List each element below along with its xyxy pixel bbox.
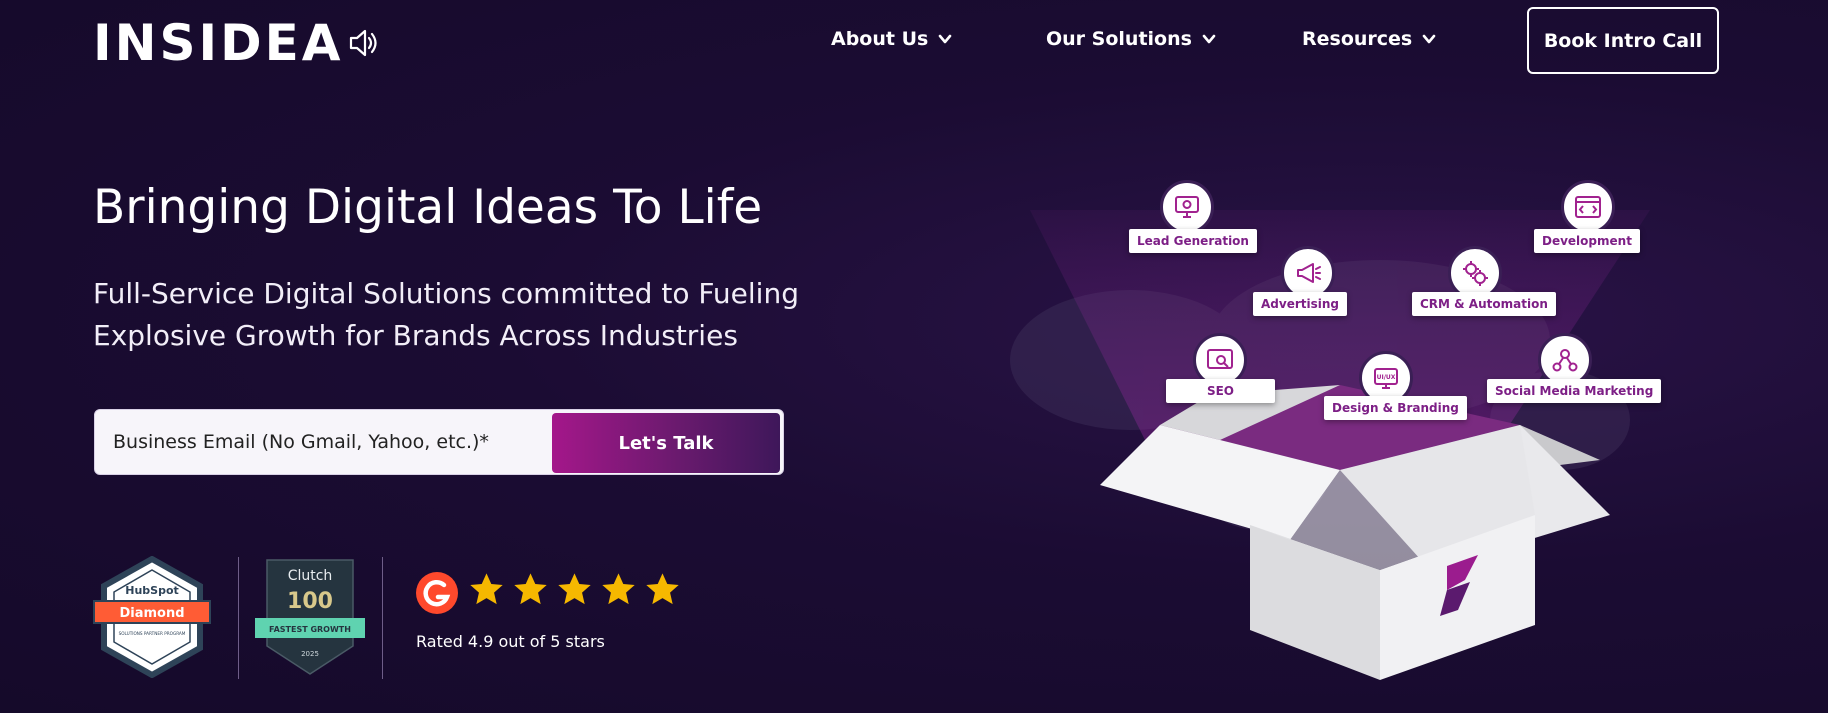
clutch-fastest-growth-badge: Clutch 100 FASTEST GROWTH 2025 (255, 559, 365, 675)
speaker-icon[interactable] (348, 28, 380, 58)
logo-text: INSIDEA (93, 14, 344, 72)
email-signup-form: Let's Talk (94, 409, 784, 475)
star-icon (646, 573, 679, 605)
hero-subtitle: Full-Service Digital Solutions committed… (93, 273, 873, 357)
lets-talk-button[interactable]: Let's Talk (552, 413, 780, 473)
g2-rating-text: Rated 4.9 out of 5 stars (416, 632, 605, 651)
g2-logo-icon: G2 (416, 572, 458, 614)
hero-subtitle-line-2: Explosive Growth for Brands Across Indus… (93, 319, 738, 352)
nav-about-us[interactable]: About Us (831, 28, 952, 50)
hubspot-program-text: SOLUTIONS PARTNER PROGRAM (119, 631, 186, 636)
hubspot-brand-text: HubSpot (125, 584, 179, 597)
badge-divider (382, 557, 383, 679)
hero-title: Bringing Digital Ideas To Life (93, 180, 763, 235)
clutch-brand-text: Clutch (288, 568, 333, 584)
development-icon (1561, 180, 1615, 234)
star-icon (514, 573, 547, 605)
service-label-development: Development (1534, 229, 1640, 253)
clutch-rank-text: 100 (287, 589, 333, 614)
nav-resources-label: Resources (1302, 28, 1413, 50)
book-intro-call-button[interactable]: Book Intro Call (1527, 7, 1719, 74)
badge-divider (238, 557, 239, 679)
chevron-down-icon (1422, 34, 1436, 44)
service-label-advertising: Advertising (1253, 292, 1347, 316)
clutch-ribbon-text: FASTEST GROWTH (269, 625, 351, 634)
g2-star-rating (468, 571, 681, 608)
lead-generation-icon (1160, 180, 1214, 234)
hubspot-tier-text: Diamond (119, 606, 184, 621)
nav-our-solutions-label: Our Solutions (1046, 28, 1192, 50)
nav-about-us-label: About Us (831, 28, 929, 50)
star-icon (470, 573, 503, 605)
insidea-logo[interactable]: INSIDEA (93, 18, 343, 68)
nav-resources[interactable]: Resources (1302, 28, 1436, 50)
nav-our-solutions[interactable]: Our Solutions (1046, 28, 1216, 50)
service-label-seo: SEO (1166, 379, 1275, 403)
star-icon (602, 573, 635, 605)
hero-subtitle-line-1: Full-Service Digital Solutions committed… (93, 277, 799, 310)
service-label-design-branding: Design & Branding (1324, 396, 1467, 420)
business-email-input[interactable] (113, 410, 533, 474)
svg-text:UI/UX: UI/UX (1377, 374, 1396, 381)
service-label-crm-automation: CRM & Automation (1412, 292, 1556, 316)
hubspot-diamond-partner-badge: HubSpot Diamond SOLUTIONS PARTNER PROGRA… (93, 556, 211, 678)
clutch-year-text: 2025 (301, 650, 319, 658)
star-icon (558, 573, 591, 605)
service-label-social-media-marketing: Social Media Marketing (1487, 379, 1662, 403)
service-label-lead-generation: Lead Generation (1129, 229, 1257, 253)
chevron-down-icon (1202, 34, 1216, 44)
chevron-down-icon (939, 34, 952, 44)
